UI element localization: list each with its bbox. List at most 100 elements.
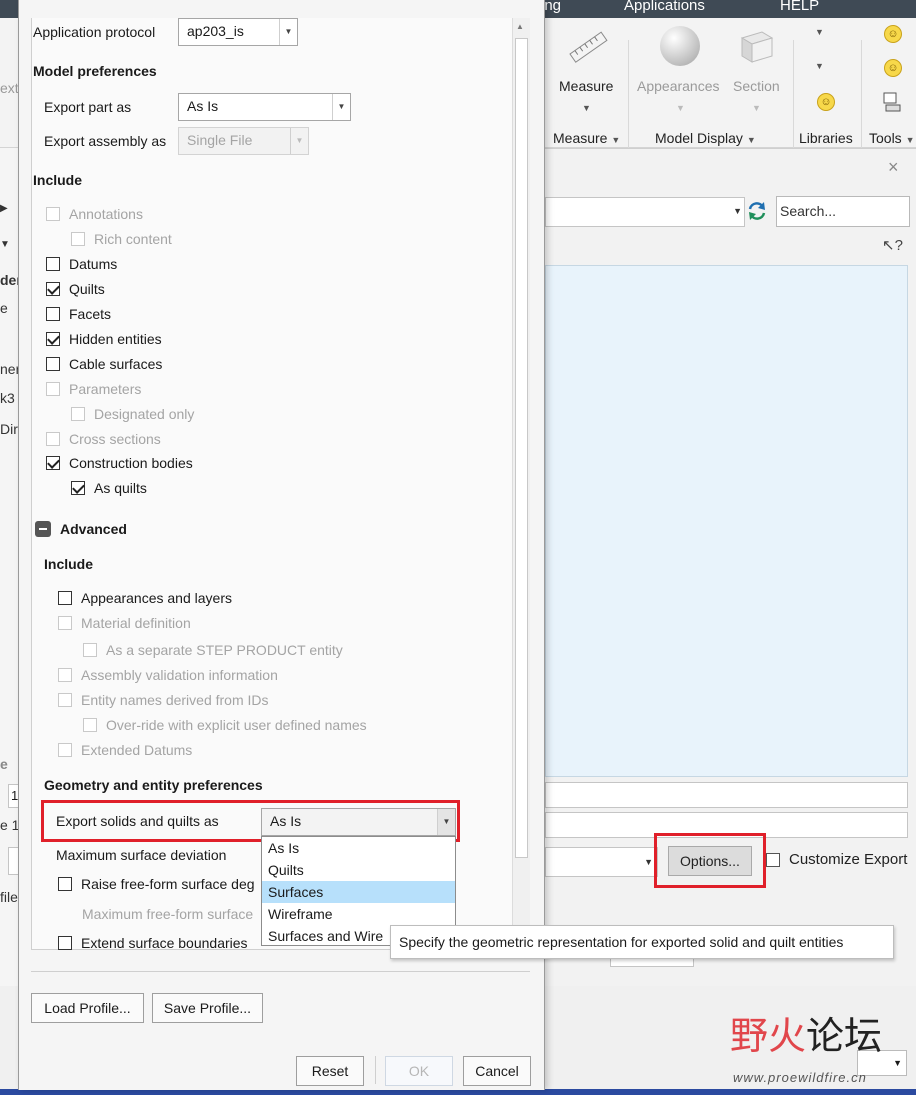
cross-sections-checkbox[interactable] [46, 432, 60, 446]
dropdown-option-as-is[interactable]: As Is [262, 837, 455, 859]
hidden-entities-label: Hidden entities [69, 331, 162, 347]
measure-button[interactable]: Measure [559, 78, 613, 94]
smiley-icon[interactable]: ☺ [884, 25, 902, 43]
tooltip: Specify the geometric representation for… [390, 925, 894, 959]
chevron-down-icon[interactable]: ▼ [815, 27, 824, 37]
model-display-group-caption[interactable]: Model Display ▼ [655, 130, 756, 146]
entity-names-label: Entity names derived from IDs [81, 692, 269, 708]
options-highlight-box [654, 833, 766, 888]
advanced-heading[interactable]: Advanced [60, 521, 127, 537]
extended-datums-label: Extended Datums [81, 742, 193, 758]
collapse-icon[interactable] [35, 521, 51, 537]
appearances-button[interactable]: Appearances [637, 78, 720, 94]
customize-export-checkbox[interactable] [766, 853, 780, 867]
tools-group-caption[interactable]: Tools ▼ [869, 130, 915, 146]
section-button[interactable]: Section [733, 78, 780, 94]
search-input[interactable]: Search... [776, 196, 910, 227]
application-protocol-label: Application protocol [33, 24, 156, 40]
override-names-label: Over-ride with explicit user defined nam… [106, 717, 367, 733]
as-quilts-label: As quilts [94, 480, 147, 496]
chevron-down-icon: ▼ [437, 809, 455, 835]
scroll-up-icon[interactable]: ▲ [516, 22, 524, 31]
appearances-icon[interactable] [660, 26, 700, 66]
background-field[interactable] [545, 782, 908, 808]
material-definition-checkbox[interactable] [58, 616, 72, 630]
cable-surfaces-label: Cable surfaces [69, 356, 163, 372]
section-icon[interactable] [738, 28, 776, 66]
separate-step-product-label: As a separate STEP PRODUCT entity [106, 642, 343, 658]
include-heading: Include [33, 172, 83, 188]
context-help-icon[interactable]: ↖? [882, 236, 903, 254]
smiley-icon[interactable]: ☺ [817, 93, 835, 111]
tab-applications[interactable]: Applications [624, 0, 705, 14]
separate-step-product-checkbox[interactable] [83, 643, 97, 657]
background-path-combo[interactable]: ▼ [545, 197, 745, 227]
save-profile-button[interactable]: Save Profile... [152, 993, 263, 1023]
vertical-scrollbar[interactable]: ▲ [512, 18, 530, 950]
customize-export-label: Customize Export [789, 851, 908, 868]
refresh-icon[interactable] [746, 200, 768, 222]
scrollbar-thumb[interactable] [515, 38, 528, 858]
left-clipped-text: e [0, 756, 8, 772]
button-separator [375, 1056, 376, 1084]
chevron-down-icon: ▼ [676, 103, 685, 113]
datums-label: Datums [69, 256, 118, 272]
parameters-checkbox[interactable] [46, 382, 60, 396]
export-part-select[interactable]: As Is ▼ [178, 93, 351, 121]
reset-button[interactable]: Reset [296, 1056, 364, 1086]
raise-freeform-checkbox[interactable] [58, 877, 72, 891]
export-solids-select[interactable]: As Is ▼ [261, 808, 456, 836]
entity-names-checkbox[interactable] [58, 693, 72, 707]
extended-datums-checkbox[interactable] [58, 743, 72, 757]
extend-boundaries-label: Extend surface boundaries [81, 935, 248, 951]
quilts-checkbox[interactable] [46, 282, 60, 296]
expand-arrow-icon[interactable]: ▶ [0, 203, 8, 214]
export-solids-label: Export solids and quilts as [56, 813, 219, 829]
as-quilts-checkbox[interactable] [71, 481, 85, 495]
load-profile-button[interactable]: Load Profile... [31, 993, 144, 1023]
advanced-include-heading: Include [44, 556, 94, 572]
chevron-down-icon: ▼ [752, 103, 761, 113]
chevron-down-icon: ▼ [290, 128, 308, 154]
background-file-list[interactable] [545, 265, 908, 777]
tools-icon[interactable] [883, 92, 901, 112]
dropdown-option-quilts[interactable]: Quilts [262, 859, 455, 881]
background-type-combo[interactable]: ▼ [545, 847, 658, 877]
designated-only-label: Designated only [94, 406, 195, 422]
material-definition-label: Material definition [81, 615, 191, 631]
construction-bodies-checkbox[interactable] [46, 456, 60, 470]
datums-checkbox[interactable] [46, 257, 60, 271]
measure-group-caption[interactable]: Measure ▼ [553, 130, 620, 146]
extend-boundaries-checkbox[interactable] [58, 936, 72, 950]
left-clipped-text: e 1 [0, 817, 20, 833]
measure-icon[interactable] [566, 28, 612, 68]
footer-divider [31, 971, 530, 972]
cancel-button[interactable]: Cancel [463, 1056, 531, 1086]
model-preferences-heading: Model preferences [33, 63, 157, 79]
export-part-label: Export part as [44, 99, 132, 115]
appearances-layers-label: Appearances and layers [81, 590, 232, 606]
assembly-validation-checkbox[interactable] [58, 668, 72, 682]
chevron-down-icon[interactable]: ▼ [815, 61, 824, 71]
libraries-group-caption[interactable]: Libraries [799, 130, 853, 146]
dropdown-option-surfaces[interactable]: Surfaces [262, 881, 455, 903]
export-assembly-select[interactable]: Single File ▼ [178, 127, 309, 155]
collapse-arrow-icon[interactable]: ▼ [0, 239, 10, 250]
dropdown-option-wireframe[interactable]: Wireframe [262, 903, 455, 925]
close-icon[interactable]: × [888, 157, 899, 178]
ok-button[interactable]: OK [385, 1056, 453, 1086]
rich-content-checkbox[interactable] [71, 232, 85, 246]
application-protocol-select[interactable]: ap203_is ▼ [178, 18, 298, 46]
assembly-validation-label: Assembly validation information [81, 667, 278, 683]
export-assembly-label: Export assembly as [44, 133, 167, 149]
tab-help[interactable]: HELP [780, 0, 819, 14]
annotations-checkbox[interactable] [46, 207, 60, 221]
designated-only-checkbox[interactable] [71, 407, 85, 421]
quilts-label: Quilts [69, 281, 105, 297]
override-names-checkbox[interactable] [83, 718, 97, 732]
hidden-entities-checkbox[interactable] [46, 332, 60, 346]
cable-surfaces-checkbox[interactable] [46, 357, 60, 371]
facets-checkbox[interactable] [46, 307, 60, 321]
smiley-icon[interactable]: ☺ [884, 59, 902, 77]
appearances-layers-checkbox[interactable] [58, 591, 72, 605]
